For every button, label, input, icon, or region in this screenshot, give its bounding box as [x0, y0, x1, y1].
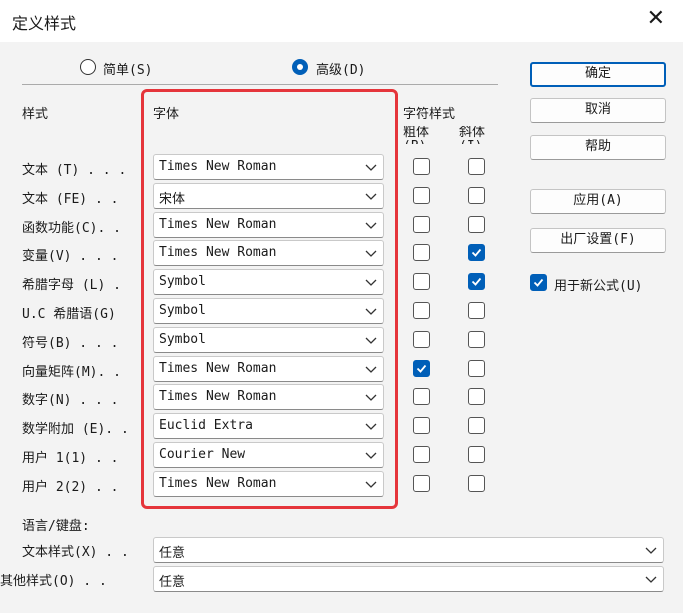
style-row-label: 数字(N) . . . [22, 393, 119, 408]
text-style-select[interactable]: 任意 [153, 537, 664, 563]
help-button[interactable]: 帮助 [530, 135, 666, 160]
style-row-label: 希腊字母 (L) . [22, 278, 121, 293]
checkmark-icon [471, 277, 482, 286]
chevron-down-icon [645, 576, 657, 583]
bold-checkbox[interactable] [413, 187, 430, 204]
italic-checkbox[interactable] [468, 331, 485, 348]
bold-checkbox[interactable] [413, 417, 430, 434]
checkmark-icon [533, 278, 544, 287]
cancel-button[interactable]: 取消 [530, 98, 666, 123]
bold-header-clip: 粗体(B) [403, 126, 437, 144]
italic-header-clip: 斜体(I) [459, 126, 493, 144]
simple-radio-label: 简单(S) [103, 63, 153, 78]
italic-checkbox[interactable] [468, 216, 485, 233]
simple-radio[interactable] [80, 59, 96, 75]
checkmark-icon [471, 248, 482, 257]
bold-checkbox[interactable] [413, 388, 430, 405]
bold-checkbox[interactable] [413, 446, 430, 463]
style-row-label: 用户 1(1) . . [22, 451, 119, 466]
bold-checkbox[interactable] [413, 158, 430, 175]
italic-checkbox[interactable] [468, 187, 485, 204]
style-row-label: 符号(B) . . . [22, 336, 119, 351]
char-style-header: 字符样式 [403, 107, 456, 122]
italic-checkbox[interactable] [468, 273, 485, 290]
italic-checkbox[interactable] [468, 302, 485, 319]
italic-checkbox[interactable] [468, 417, 485, 434]
language-heading: 语言/键盘: [22, 519, 90, 534]
checkmark-icon [416, 364, 427, 373]
italic-header: 斜体(I) [459, 126, 486, 144]
bold-checkbox[interactable] [413, 216, 430, 233]
style-row-label: 文本 (FE) . . [22, 192, 119, 207]
bold-header: 粗体(B) [403, 126, 430, 144]
font-column-highlight [141, 89, 398, 509]
divider [22, 84, 498, 85]
ok-button[interactable]: 确定 [530, 62, 666, 87]
style-row-label: 变量(V) . . . [22, 249, 119, 264]
italic-checkbox[interactable] [468, 388, 485, 405]
advanced-radio-label: 高级(D) [316, 63, 366, 78]
define-style-dialog: 定义样式 ✕ 简单(S) 高级(D) 样式 字体 字符样式 粗体(B) 斜体(I… [0, 0, 683, 613]
close-icon[interactable]: ✕ [647, 6, 665, 31]
style-row-label: 函数功能(C). . [22, 221, 121, 236]
factory-settings-button[interactable]: 出厂设置(F) [530, 228, 666, 253]
bold-checkbox[interactable] [413, 360, 430, 377]
style-row-label: 数学附加 (E). . [22, 422, 129, 437]
other-style-label: 其他样式(O) . . [0, 574, 107, 589]
bold-checkbox[interactable] [413, 475, 430, 492]
text-style-label: 文本样式(X) . . [22, 545, 129, 560]
other-style-value: 任意 [159, 575, 186, 590]
italic-checkbox[interactable] [468, 244, 485, 261]
apply-button[interactable]: 应用(A) [530, 189, 666, 214]
advanced-radio[interactable] [292, 59, 308, 75]
style-row-label: U.C 希腊语(G) [22, 307, 116, 322]
bold-checkbox[interactable] [413, 244, 430, 261]
italic-checkbox[interactable] [468, 360, 485, 377]
italic-checkbox[interactable] [468, 446, 485, 463]
italic-checkbox[interactable] [468, 475, 485, 492]
style-row-label: 向量矩阵(M). . [22, 365, 121, 380]
use-new-formula-checkbox[interactable] [530, 274, 547, 291]
style-row-label: 文本 (T) . . . [22, 163, 127, 178]
italic-checkbox[interactable] [468, 158, 485, 175]
bold-checkbox[interactable] [413, 331, 430, 348]
bold-checkbox[interactable] [413, 273, 430, 290]
other-style-select[interactable]: 任意 [153, 566, 664, 592]
text-style-value: 任意 [159, 546, 186, 561]
window-title: 定义样式 [12, 14, 77, 33]
use-new-formula-label: 用于新公式(U) [554, 279, 643, 294]
bold-checkbox[interactable] [413, 302, 430, 319]
style-row-label: 用户 2(2) . . [22, 480, 119, 495]
title-bar: 定义样式 ✕ [0, 0, 683, 42]
style-header: 样式 [22, 107, 49, 122]
chevron-down-icon [645, 547, 657, 554]
